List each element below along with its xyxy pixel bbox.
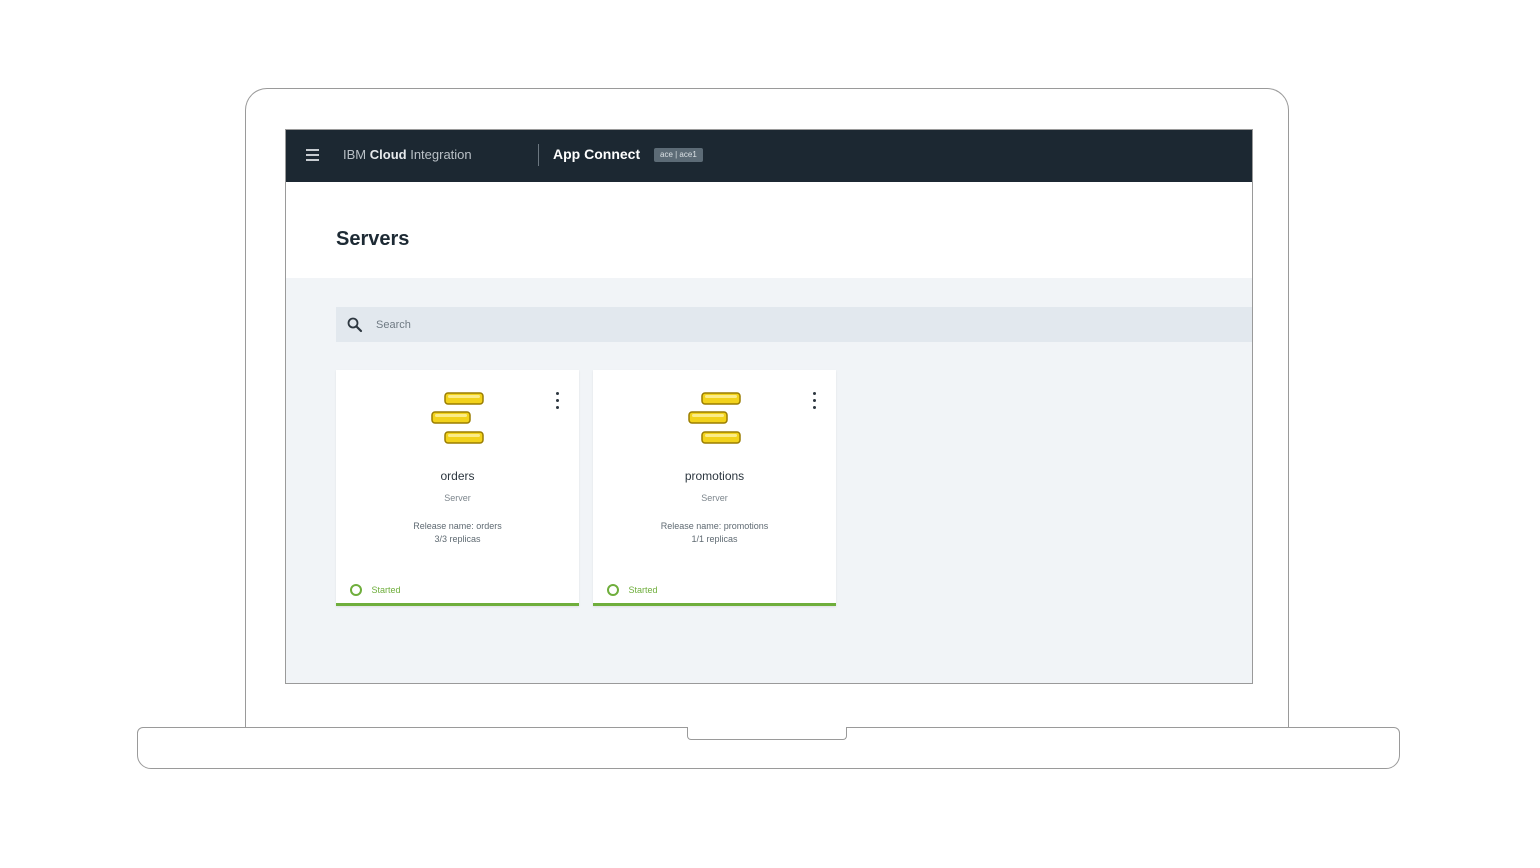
page-header: Servers <box>286 182 1252 278</box>
replica-count: 1/1 replicas <box>691 534 738 544</box>
release-name: Release name: orders <box>413 521 502 531</box>
server-name: orders <box>440 469 475 483</box>
overflow-menu-icon[interactable] <box>807 392 821 414</box>
server-card-orders[interactable]: orders Server Release name: orders 3/3 r… <box>336 370 579 606</box>
top-navigation-bar: IBM Cloud Integration App Connect ace | … <box>286 130 1252 182</box>
status-label: Started <box>628 584 658 595</box>
status-circle-icon <box>350 583 362 596</box>
overflow-menu-icon[interactable] <box>550 392 564 414</box>
brand-suffix: Integration <box>410 147 472 162</box>
search-input[interactable] <box>376 307 1236 342</box>
integration-server-icon <box>688 392 741 444</box>
brand-bold: Cloud <box>369 147 407 162</box>
laptop-notch <box>687 727 847 740</box>
product-name[interactable]: App Connect <box>553 146 640 162</box>
page-title: Servers <box>336 228 410 250</box>
platform-brand[interactable]: IBM Cloud Integration <box>343 147 472 162</box>
server-type: Server <box>701 493 728 503</box>
status-indicator: Started <box>607 581 658 596</box>
brand-prefix: IBM <box>343 147 367 162</box>
status-circle-icon <box>607 583 619 596</box>
server-type: Server <box>444 493 471 503</box>
hamburger-menu-icon[interactable] <box>306 149 319 161</box>
replica-count: 3/3 replicas <box>434 534 481 544</box>
integration-server-icon <box>431 392 484 444</box>
header-divider <box>538 144 539 166</box>
release-name: Release name: promotions <box>660 521 769 531</box>
server-name: promotions <box>684 469 745 483</box>
namespace-tag: ace | ace1 <box>654 148 703 162</box>
search-icon <box>347 317 363 333</box>
status-label: Started <box>371 584 401 595</box>
app-screen: IBM Cloud Integration App Connect ace | … <box>285 129 1253 684</box>
server-card-promotions[interactable]: promotions Server Release name: promotio… <box>593 370 836 606</box>
status-indicator: Started <box>350 581 401 596</box>
search-bar <box>336 307 1252 342</box>
